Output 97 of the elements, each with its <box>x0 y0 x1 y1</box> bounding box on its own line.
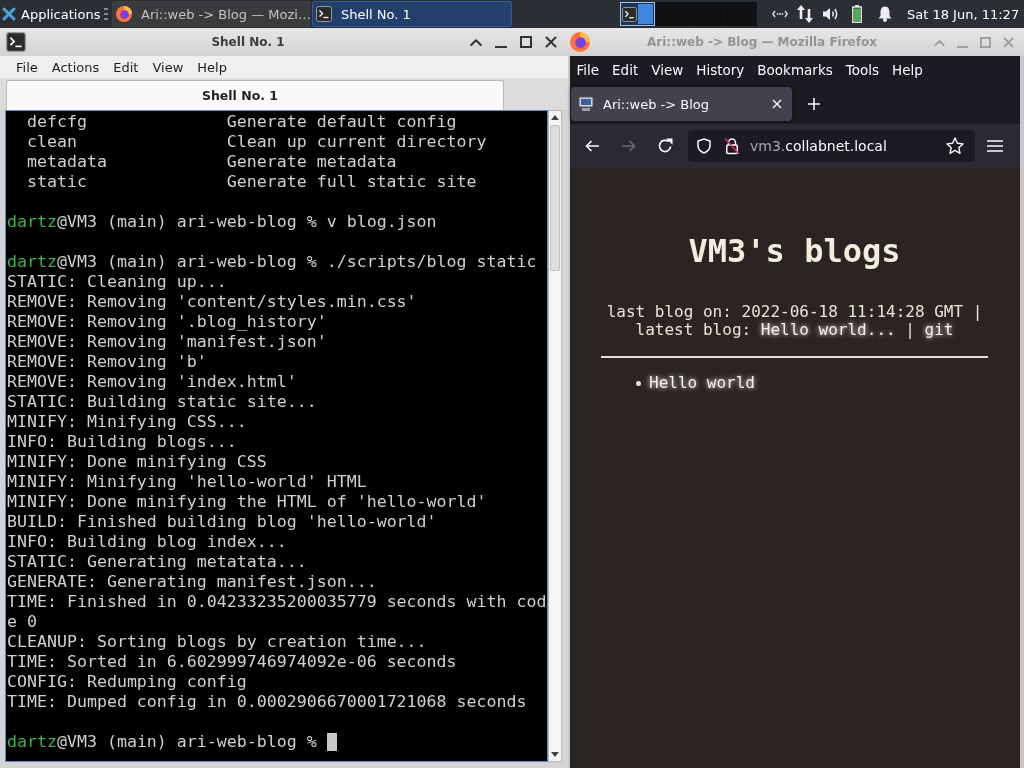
command-text: ./scripts/blog static <box>326 252 537 271</box>
caret-up-icon[interactable] <box>551 115 559 120</box>
output-line: TIME: Sorted in 6.602999746974092e-06 seconds <box>7 652 457 672</box>
menu-item[interactable]: Bookmarks <box>750 62 840 78</box>
latest-blog-link[interactable]: Hello world... <box>760 320 896 339</box>
terminal-tab[interactable]: Shell No. 1 <box>6 80 504 110</box>
command-name: metadata <box>26 152 107 171</box>
output-line: REMOVE: Removing 'b' <box>7 352 207 372</box>
terminal-icon <box>622 6 637 22</box>
terminal-icon <box>6 32 26 52</box>
menu-item[interactable]: History <box>689 62 751 78</box>
scrollbar-thumb[interactable] <box>550 125 560 271</box>
menu-icon[interactable] <box>987 140 1003 152</box>
menu-item[interactable]: Edit <box>106 59 146 75</box>
window-title: Shell No. 1 <box>211 35 285 49</box>
workspace-thumbnail[interactable] <box>690 2 723 26</box>
output-line: STATIC: Cleaning up... <box>7 272 227 292</box>
command-description: Generate default config <box>226 112 457 132</box>
output-line: INFO: Building blogs... <box>7 432 237 452</box>
address-bar[interactable]: vm3.collabnet.local <box>688 130 975 162</box>
window-title: Ari::web -> Blog — Mozilla Firefox <box>647 35 877 49</box>
output-line: BUILD: Finished building blog 'hello-world' <box>7 512 437 532</box>
computer-icon <box>578 96 594 112</box>
menu-item[interactable]: Help <box>885 62 930 78</box>
output-line: GENERATE: Generating manifest.json... <box>7 572 377 592</box>
terminal-icon <box>316 6 332 22</box>
close-icon[interactable] <box>545 36 557 48</box>
output-line: TIME: Finished in 0.04233235200035779 seconds with code 0 <box>7 592 547 632</box>
plus-icon[interactable] <box>808 98 820 110</box>
prompt-user: dartz <box>7 732 57 751</box>
scrollbar[interactable] <box>548 110 562 762</box>
prompt-user: dartz <box>7 252 57 271</box>
battery-icon[interactable] <box>852 5 862 23</box>
menu-item[interactable]: File <box>570 62 606 78</box>
menu-item[interactable]: File <box>9 59 45 75</box>
menu-item[interactable]: Help <box>190 59 234 75</box>
taskbar-button[interactable]: Ari::web -> Blog — Mozi… <box>112 1 310 27</box>
menu-item[interactable]: Actions <box>44 59 107 75</box>
network-icon[interactable] <box>772 10 788 18</box>
workspace-thumbnail[interactable] <box>724 2 757 26</box>
source-link[interactable]: git <box>924 320 954 339</box>
workspace-thumbnail[interactable] <box>620 2 655 26</box>
blog-post-link[interactable]: Hello world <box>649 374 755 392</box>
output-line: STATIC: Generating metatata... <box>7 552 307 572</box>
command-name: defcfg <box>26 112 87 131</box>
menu-item[interactable]: View <box>145 59 191 75</box>
prompt-path: @VM3 (main) ari-web-blog % <box>56 212 317 231</box>
output-line: STATIC: Building static site... <box>7 392 317 412</box>
clock-text[interactable]: Sat 18 Jun, 11:27 <box>907 6 1020 22</box>
command-name: clean <box>26 132 77 151</box>
output-line: REMOVE: Removing 'content/styles.min.css' <box>7 292 417 312</box>
workspace-thumbnail[interactable] <box>656 2 689 26</box>
command-description: Generate metadata <box>226 152 397 172</box>
star-icon[interactable] <box>946 137 964 155</box>
output-line: REMOVE: Removing '.blog_history' <box>7 312 327 332</box>
bell-icon[interactable] <box>878 6 892 22</box>
prompt-path: @VM3 (main) ari-web-blog % <box>56 252 317 271</box>
bullet-icon <box>636 380 641 386</box>
shield-icon[interactable] <box>697 138 711 154</box>
output-line: CLEANUP: Sorting blogs by creation time... <box>7 632 427 652</box>
back-arrow-icon[interactable] <box>585 140 599 152</box>
window-preview <box>638 4 653 24</box>
up-down-arrows-icon[interactable] <box>797 5 813 23</box>
output-line: TIME: Dumped config in 0.0002906670001721068 seconds <box>7 692 527 712</box>
output-line: MINIFY: Done minifying the HTML of 'hello-world' <box>7 492 487 512</box>
output-line: MINIFY: Minifying 'hello-world' HTML <box>7 472 367 492</box>
command-text: v blog.json <box>326 212 437 231</box>
volume-icon[interactable] <box>823 7 839 21</box>
browser-logo-icon <box>116 6 132 22</box>
menu-item[interactable]: Edit <box>605 62 645 78</box>
caret-down-icon[interactable] <box>551 752 559 757</box>
crossed-lock-icon[interactable] <box>724 137 740 155</box>
page-heading: VM3's blogs <box>687 232 902 270</box>
output-line: INFO: Building blog index... <box>7 532 287 552</box>
browser-tab[interactable]: Ari::web -> Blog <box>571 87 792 121</box>
browser-logo-icon <box>570 32 590 52</box>
grip-icon <box>104 8 108 20</box>
logo-icon <box>2 7 16 21</box>
prompt-user: dartz <box>7 212 57 231</box>
menu-item[interactable]: View <box>644 62 690 78</box>
output-line: MINIFY: Done minifying CSS <box>7 452 267 472</box>
command-description: Generate full static site <box>226 172 477 192</box>
output-line: REMOVE: Removing 'manifest.json' <box>7 332 327 352</box>
command-name: static <box>26 172 87 191</box>
output-line: CONFIG: Redumping config <box>7 672 247 692</box>
taskbar-button[interactable]: Shell No. 1 <box>312 1 512 27</box>
prompt-path: @VM3 (main) ari-web-blog % <box>56 732 317 751</box>
minimize-icon[interactable] <box>495 45 507 48</box>
blog-info-text: last blog on: 2022-06-18 11:14:28 GMT | latest blog: Hello world... | git <box>605 303 984 339</box>
chevron-up-icon[interactable] <box>470 38 482 46</box>
menu-item[interactable]: Tools <box>839 62 886 78</box>
output-line: MINIFY: Minifying CSS... <box>7 412 247 432</box>
reload-icon[interactable] <box>657 138 673 154</box>
output-line: REMOVE: Removing 'index.html' <box>7 372 297 392</box>
command-description: Clean up current directory <box>226 132 487 152</box>
applications-menu-button[interactable]: Applications <box>0 0 102 28</box>
maximize-icon[interactable] <box>520 36 532 48</box>
